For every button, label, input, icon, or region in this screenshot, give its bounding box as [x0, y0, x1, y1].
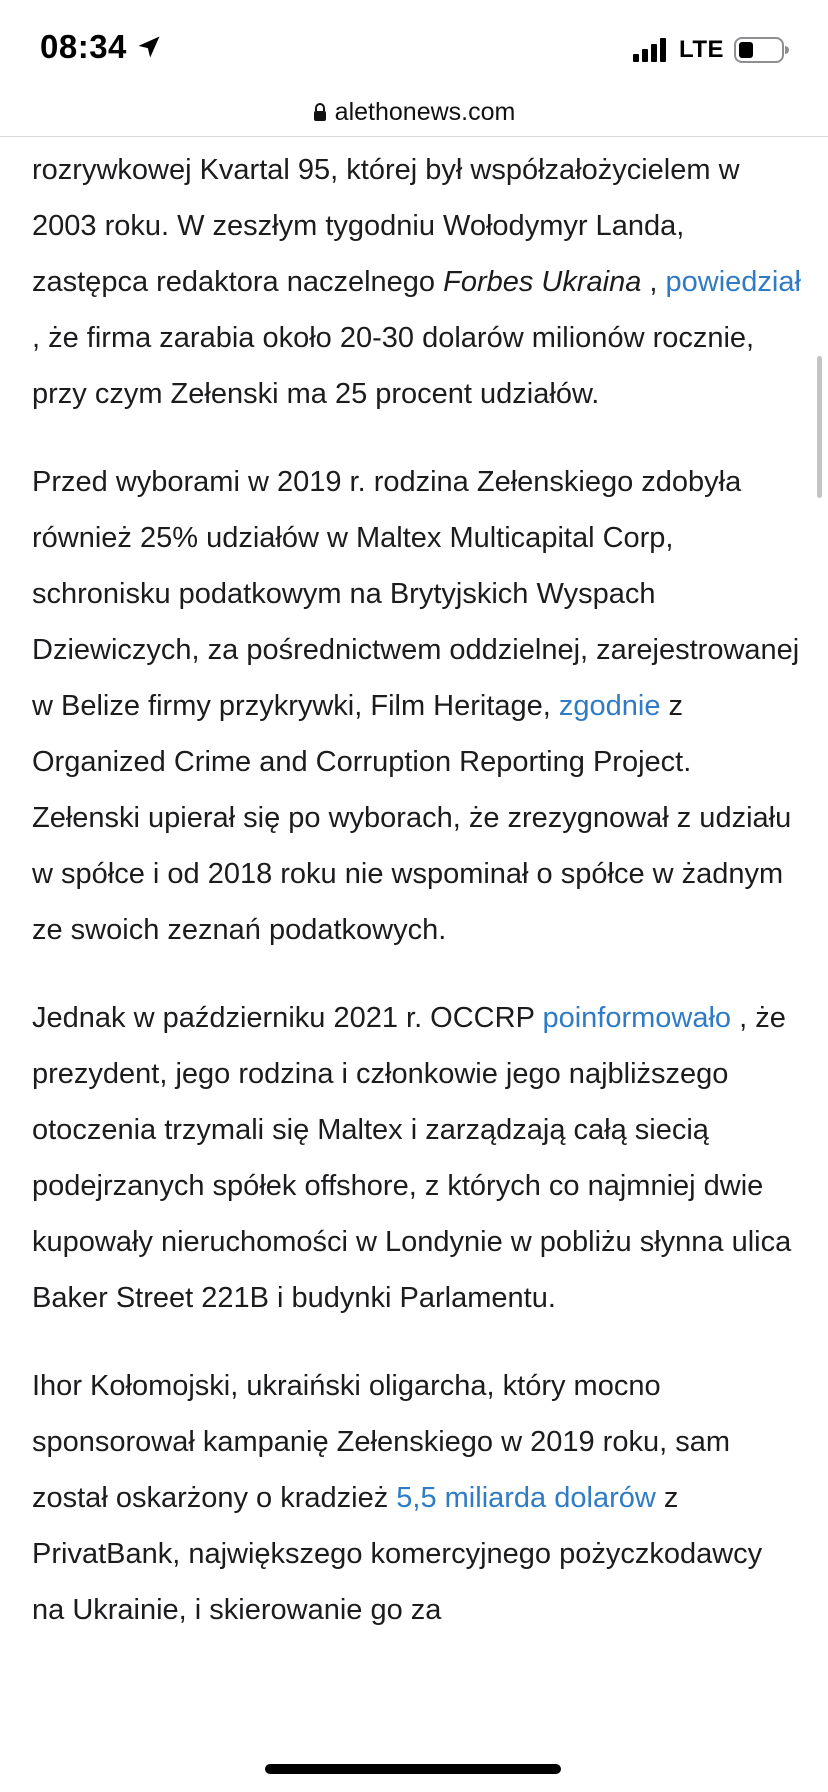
publication-name: Forbes Ukraina: [443, 266, 642, 298]
status-time: 08:34: [40, 28, 163, 66]
article-paragraph-2: Przed wyborami w 2019 r. rodzina Zełensk…: [32, 454, 802, 958]
status-bar: 08:34 LTE: [0, 0, 828, 88]
article-paragraph-3: Jednak w październiku 2021 r. OCCRP poin…: [32, 990, 802, 1326]
article-paragraph-4: Ihor Kołomojski, ukraiński oligarcha, kt…: [32, 1358, 802, 1638]
paragraph-text: , że prezydent, jego rodzina i członkowi…: [32, 1002, 792, 1314]
url-text[interactable]: alethonews.com: [335, 98, 516, 127]
address-bar[interactable]: alethonews.com: [0, 88, 828, 137]
link-zgodnie[interactable]: zgodnie: [559, 690, 661, 722]
status-indicators: LTE: [632, 36, 790, 64]
paragraph-text: Przed wyborami w 2019 r. rodzina Zełensk…: [32, 466, 800, 722]
lock-icon: [313, 103, 326, 121]
paragraph-text: z Organized Crime and Corruption Reporti…: [32, 690, 792, 946]
paragraph-text: Jednak w październiku 2021 r. OCCRP: [32, 1002, 543, 1034]
battery-low-icon: [734, 37, 789, 63]
location-arrow-icon: [138, 36, 160, 58]
home-indicator[interactable]: [265, 1764, 561, 1774]
article-body: rozrywkowej Kvartal 95, której był współ…: [32, 136, 802, 1792]
link-5-5-miliarda-dolarow[interactable]: 5,5 miliarda dolarów: [396, 1482, 656, 1514]
network-type-label: LTE: [678, 36, 724, 63]
link-powiedzial[interactable]: powiedział: [666, 266, 801, 298]
paragraph-text: , że firma zarabia około 20-30 dolarów m…: [32, 322, 755, 410]
scrollbar[interactable]: [817, 356, 822, 498]
signal-bars-icon: [632, 38, 666, 62]
clock-label: 08:34: [40, 28, 127, 65]
article-paragraph-1: rozrywkowej Kvartal 95, której był współ…: [32, 142, 802, 422]
paragraph-text: ,: [641, 266, 666, 298]
link-poinformowalo[interactable]: poinformowało: [542, 1002, 731, 1034]
